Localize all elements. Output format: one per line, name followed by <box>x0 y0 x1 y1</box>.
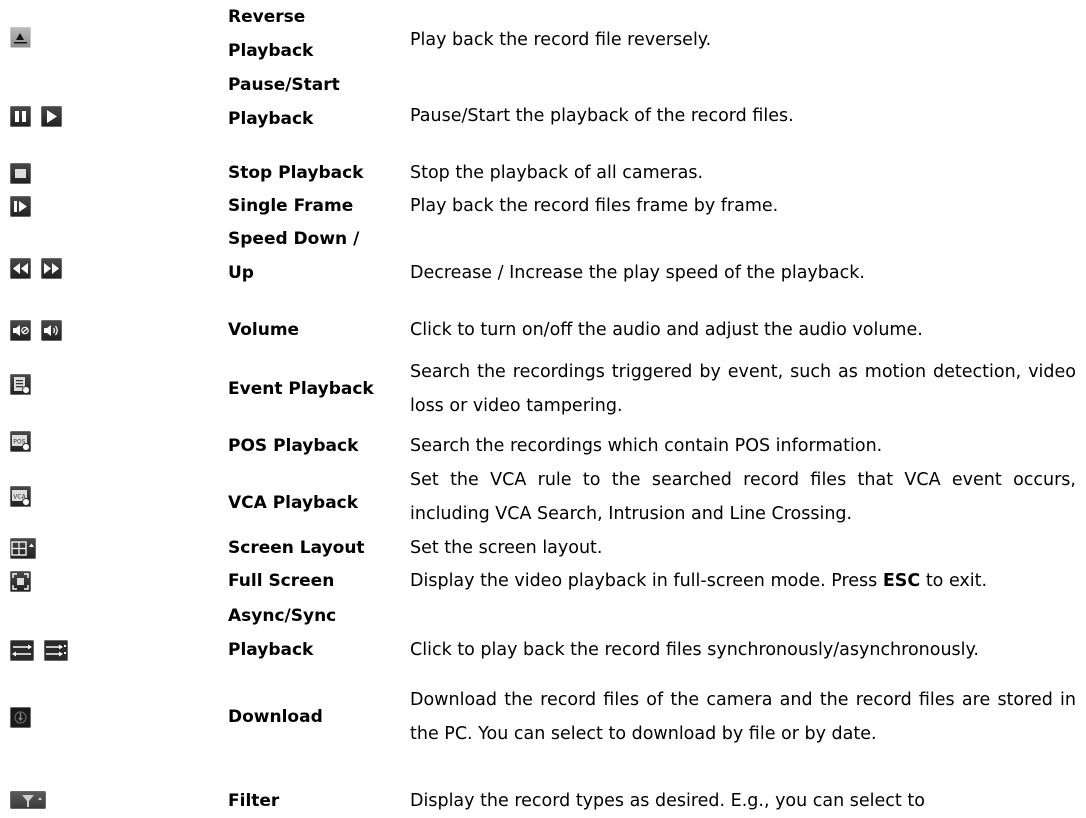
feature-name: Speed Down / Up <box>228 229 360 283</box>
sync-icon <box>44 640 68 661</box>
pause-icon <box>10 106 31 127</box>
filter-icon <box>10 791 46 809</box>
vca-playback-icon: VCA <box>10 486 31 507</box>
feature-name: Screen Layout <box>228 538 365 558</box>
feature-name: VCA Playback <box>228 493 359 513</box>
feature-name: Full Screen <box>228 571 335 591</box>
feature-name: Pause/Start Playback <box>228 75 340 129</box>
feature-description: Search the recordings which contain POS … <box>410 436 883 456</box>
full-screen-icon <box>10 571 31 592</box>
feature-name: Stop Playback <box>228 163 364 183</box>
reverse-playback-icon <box>10 27 31 48</box>
feature-name: Single Frame <box>228 196 354 216</box>
feature-description: Play back the record files frame by fram… <box>410 196 779 216</box>
event-playback-icon <box>10 374 31 395</box>
feature-description: Click to turn on/off the audio and adjus… <box>410 320 923 340</box>
download-icon <box>10 707 31 728</box>
feature-name: Filter <box>228 791 280 811</box>
volume-icon <box>41 320 62 341</box>
play-icon <box>41 106 62 127</box>
stop-icon <box>10 163 31 184</box>
feature-description: Play back the record file reversely. <box>410 30 712 50</box>
feature-description: Decrease / Increase the play speed of th… <box>410 263 865 283</box>
speed-down-icon <box>10 258 31 279</box>
description-text: Display the video playback in full-scree… <box>410 571 883 591</box>
mute-icon <box>10 320 31 341</box>
esc-key-label: ESC <box>882 571 921 591</box>
feature-description: Display the record types as desired. E.g… <box>410 791 925 811</box>
feature-description: Download the record files of the camera … <box>410 690 1076 744</box>
feature-description: Click to play back the record files sync… <box>410 640 979 660</box>
feature-name: Event Playback <box>228 379 374 399</box>
feature-name: Reverse Playback <box>228 7 314 61</box>
single-frame-icon <box>10 196 31 217</box>
async-icon <box>10 640 34 661</box>
feature-description: Pause/Start the playback of the record f… <box>410 106 794 126</box>
feature-description: Set the screen layout. <box>410 538 603 558</box>
feature-description: Display the video playback in full-scree… <box>410 564 1076 598</box>
feature-description: Stop the playback of all cameras. <box>410 163 704 183</box>
feature-name: Volume <box>228 320 300 340</box>
feature-name: Download <box>228 707 323 727</box>
screen-layout-icon <box>10 538 36 559</box>
feature-name: POS Playback <box>228 436 359 456</box>
pos-playback-icon: POS <box>10 431 31 452</box>
feature-name: Async/Sync Playback <box>228 606 337 660</box>
speed-up-icon <box>41 258 62 279</box>
description-text: to exit. <box>920 571 988 591</box>
feature-description: Set the VCA rule to the searched record … <box>410 470 1076 524</box>
feature-description: Search the recordings triggered by event… <box>410 362 1076 416</box>
